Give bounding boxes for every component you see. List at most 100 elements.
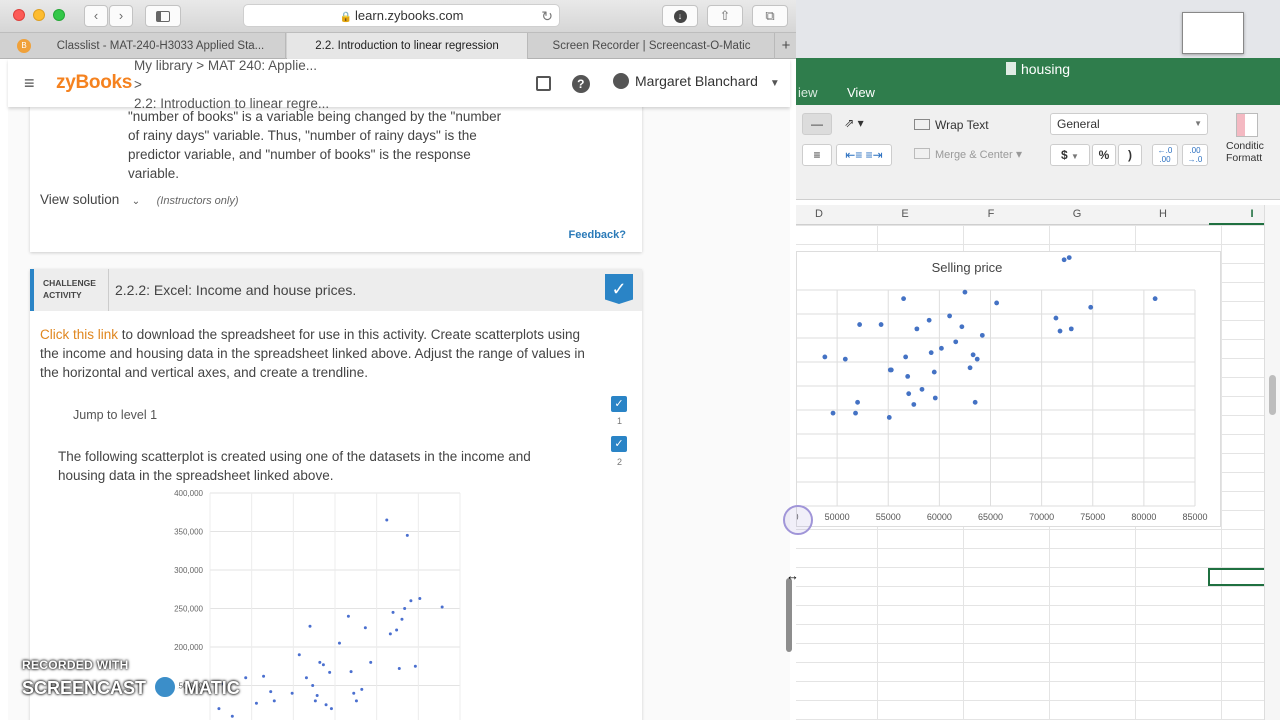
column-header-e[interactable]: E — [862, 208, 948, 220]
split-scroll-thumb[interactable] — [786, 578, 792, 652]
decrease-decimal-button[interactable]: .00 →.0 — [1182, 144, 1208, 166]
y-tick-label: 300,000 — [174, 566, 203, 575]
data-point — [886, 415, 892, 420]
watermark-line1: RECORDED WITH — [22, 658, 129, 672]
column-header-h[interactable]: H — [1120, 208, 1206, 220]
currency-button[interactable]: $ ▼ — [1050, 144, 1090, 166]
user-menu[interactable]: Margaret Blanchard ▼ — [613, 73, 780, 89]
data-point — [329, 707, 333, 711]
data-point — [308, 624, 312, 628]
reload-icon[interactable]: ↻ — [541, 5, 553, 27]
brightspace-favicon-icon: B — [17, 39, 31, 53]
selected-cell[interactable] — [1208, 568, 1268, 586]
instruction-line: to download the spreadsheet for use in t… — [118, 327, 581, 342]
data-point — [972, 399, 978, 405]
forward-button[interactable]: › — [109, 5, 133, 27]
orientation-button[interactable]: ⇗ ▾ — [836, 113, 872, 135]
desktop-strip — [796, 0, 1280, 58]
column-header-d[interactable]: D — [796, 208, 862, 220]
wrap-text-button[interactable]: Wrap Text — [914, 115, 998, 137]
selling-price-chart[interactable]: Selling price450005000055000600006500070… — [796, 218, 1221, 527]
x-tick-label: 75000 — [1080, 512, 1105, 522]
data-point — [994, 300, 1000, 306]
data-point — [931, 369, 937, 375]
breadcrumb-library[interactable]: My library > MAT 240: Applie... — [134, 56, 329, 75]
ribbon-tab-review[interactable]: iew — [798, 85, 818, 100]
tabs-icon: ⧉ — [765, 8, 775, 23]
merge-center-button[interactable]: Merge & Center ▾ — [914, 144, 1034, 166]
data-point — [297, 653, 301, 657]
orientation-icon: ⇗ ▾ — [844, 116, 864, 130]
zybooks-logo[interactable]: zyBooks — [56, 72, 132, 94]
align-right-icon: ≡ — [813, 148, 821, 162]
increase-decimal-button[interactable]: ←.0.00 — [1152, 144, 1178, 166]
new-tab-button[interactable]: + — [776, 33, 796, 59]
tabs-overview-button[interactable]: ⧉ — [752, 5, 788, 27]
data-point — [939, 345, 944, 351]
ribbon: — ⇗ ▾ Wrap Text General ▼ Conditic Forma… — [796, 105, 1280, 200]
chart-title: Selling price — [932, 260, 1003, 275]
view-solution-toggle[interactable]: View solution ⌄ (Instructors only) — [40, 190, 239, 209]
share-button[interactable]: ⇧ — [707, 5, 743, 27]
data-point — [1088, 304, 1094, 310]
data-point — [313, 699, 317, 703]
download-link[interactable]: Click this link — [40, 327, 118, 342]
merge-icon — [914, 148, 930, 159]
data-point — [857, 322, 863, 327]
column-header-g[interactable]: G — [1034, 208, 1120, 220]
align-right-button[interactable]: ≡ — [802, 144, 832, 166]
feedback-link[interactable]: Feedback? — [569, 229, 626, 241]
align-button[interactable]: — — [802, 113, 832, 135]
level-1-check-icon[interactable]: ✓ — [611, 396, 627, 412]
tab-label: Classlist - MAT-240-H3033 Applied Sta... — [56, 40, 265, 52]
hamburger-menu-icon[interactable]: ≡ — [24, 74, 35, 92]
library-icon[interactable] — [536, 76, 551, 92]
data-point — [400, 617, 404, 621]
downloads-button[interactable]: ↓ — [662, 5, 698, 27]
breadcrumb: My library > MAT 240: Applie... > 2.2: I… — [134, 56, 329, 113]
address-bar[interactable]: 🔒 learn.zybooks.com ↻ — [243, 4, 560, 27]
data-point — [272, 699, 276, 703]
number-format-dropdown[interactable]: General ▼ — [1050, 113, 1208, 135]
instructors-only-note: (Instructors only) — [156, 195, 239, 207]
data-point — [440, 605, 444, 609]
conditional-formatting-button[interactable]: Conditic Formatt — [1226, 113, 1280, 164]
solution-line: predictor variable, and "number of books… — [128, 147, 471, 162]
breadcrumb-separator: > — [134, 77, 142, 92]
completed-badge-icon: ✓ — [605, 274, 633, 304]
vertical-scrollbar[interactable] — [1264, 205, 1280, 720]
tab-label: 2.2. Introduction to linear regression — [315, 40, 499, 52]
jump-to-level-link[interactable]: Jump to level 1 — [73, 408, 157, 422]
data-point — [932, 395, 938, 401]
workbook-title: housing — [796, 61, 1280, 77]
level-2-check-icon[interactable]: ✓ — [611, 436, 627, 452]
number-format-value: General — [1057, 117, 1100, 131]
screencast-watermark: RECORDED WITH SCREENCAST MATIC — [22, 658, 240, 700]
breadcrumb-section[interactable]: 2.2: Introduction to linear regre... — [134, 94, 329, 113]
help-icon[interactable]: ? — [571, 74, 590, 93]
data-point — [230, 714, 234, 718]
column-header-f[interactable]: F — [948, 208, 1034, 220]
data-point — [254, 701, 258, 705]
x-tick-label: 65000 — [978, 512, 1003, 522]
browser-toolbar: ‹ › 🔒 learn.zybooks.com ↻ ↓ ⇧ ⧉ — [0, 0, 796, 33]
chevron-down-icon: ⌄ — [131, 196, 141, 207]
zoom-window-button[interactable] — [53, 9, 65, 21]
indent-buttons[interactable]: ⇤≡ ≡⇥ — [836, 144, 892, 166]
data-point — [388, 632, 392, 636]
percent-button[interactable]: % — [1092, 144, 1116, 166]
data-point — [919, 386, 925, 392]
data-point — [395, 628, 399, 632]
back-button[interactable]: ‹ — [84, 5, 108, 27]
caret-down-icon: ▼ — [769, 78, 780, 89]
data-point — [903, 354, 909, 360]
minimize-window-button[interactable] — [33, 9, 45, 21]
scrollbar-thumb[interactable] — [1269, 375, 1276, 415]
tab-screencast[interactable]: Screen Recorder | Screencast-O-Matic — [529, 33, 775, 59]
sidebar-toggle-button[interactable] — [145, 5, 181, 27]
data-point — [906, 391, 912, 397]
close-window-button[interactable] — [13, 9, 25, 21]
y-tick-label: 350,000 — [174, 528, 203, 537]
ribbon-tab-view[interactable]: View — [847, 85, 875, 100]
comma-button[interactable]: ) — [1118, 144, 1142, 166]
